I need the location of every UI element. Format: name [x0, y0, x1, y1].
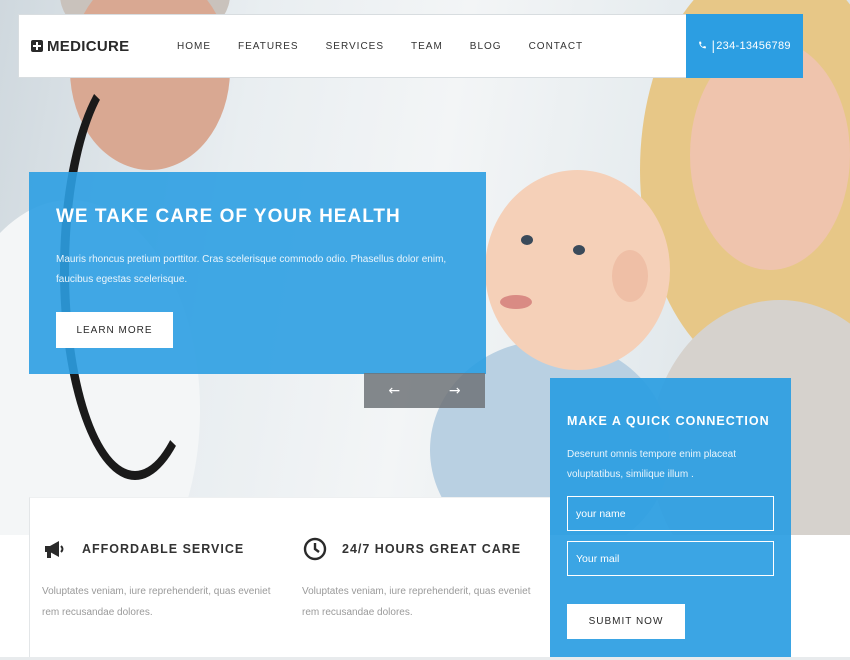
feature-affordable-service: AFFORDABLE SERVICE Voluptates veniam, iu… — [42, 536, 272, 623]
nav-link-team[interactable]: TEAM — [411, 41, 443, 52]
feature-description: Voluptates veniam, iure reprehenderit, q… — [42, 586, 271, 618]
slider-navigation: ← → — [364, 373, 485, 408]
medical-cross-icon — [31, 40, 43, 52]
nav-link-blog[interactable]: BLOG — [470, 41, 502, 52]
hero-photo-baby-eye — [573, 245, 585, 255]
phone-contact[interactable]: | 234-13456789 — [686, 14, 803, 78]
nav-link-contact[interactable]: CONTACT — [529, 41, 584, 52]
brand-logo[interactable]: MEDICURE — [31, 38, 166, 55]
megaphone-icon — [42, 536, 68, 562]
name-input[interactable] — [567, 496, 774, 531]
phone-number: 234-13456789 — [716, 40, 791, 52]
brand-name: MEDICURE — [47, 37, 130, 55]
contact-form-description: Deserunt omnis tempore enim placeat volu… — [567, 449, 736, 480]
nav-link-features[interactable]: FEATURES — [238, 41, 299, 52]
contact-form-title: MAKE A QUICK CONNECTION — [567, 414, 770, 428]
email-input[interactable] — [567, 541, 774, 576]
feature-description: Voluptates veniam, iure reprehenderit, q… — [302, 586, 531, 618]
hero-title: WE TAKE CARE OF YOUR HEALTH — [56, 206, 401, 227]
top-navbar: MEDICURE HOME FEATURES SERVICES TEAM BLO… — [18, 14, 686, 78]
feature-title: AFFORDABLE SERVICE — [82, 542, 245, 556]
learn-more-button[interactable]: LEARN MORE — [56, 312, 173, 348]
feature-24-7-care: 24/7 HOURS GREAT CARE Voluptates veniam,… — [302, 536, 532, 623]
nav-link-services[interactable]: SERVICES — [326, 41, 384, 52]
slider-prev-arrow-icon[interactable]: ← — [364, 373, 425, 408]
features-section: AFFORDABLE SERVICE Voluptates veniam, iu… — [29, 497, 550, 660]
hero-photo-baby-eye — [521, 235, 533, 245]
quick-contact-form: MAKE A QUICK CONNECTION Deserunt omnis t… — [550, 378, 791, 660]
slider-next-arrow-icon[interactable]: → — [425, 373, 486, 408]
hero-photo-baby-ear — [612, 250, 648, 302]
phone-icon — [698, 40, 707, 53]
hero-description: Mauris rhoncus pretium porttitor. Cras s… — [56, 254, 447, 285]
hero-caption: WE TAKE CARE OF YOUR HEALTH Mauris rhonc… — [29, 172, 486, 374]
hero-photo-baby-mouth — [500, 295, 532, 309]
main-menu: HOME FEATURES SERVICES TEAM BLOG CONTACT — [177, 41, 610, 52]
phone-separator: | — [711, 39, 716, 53]
feature-title: 24/7 HOURS GREAT CARE — [342, 542, 522, 556]
nav-link-home[interactable]: HOME — [177, 41, 211, 52]
submit-button[interactable]: SUBMIT NOW — [567, 604, 685, 639]
clock-icon — [302, 536, 328, 562]
